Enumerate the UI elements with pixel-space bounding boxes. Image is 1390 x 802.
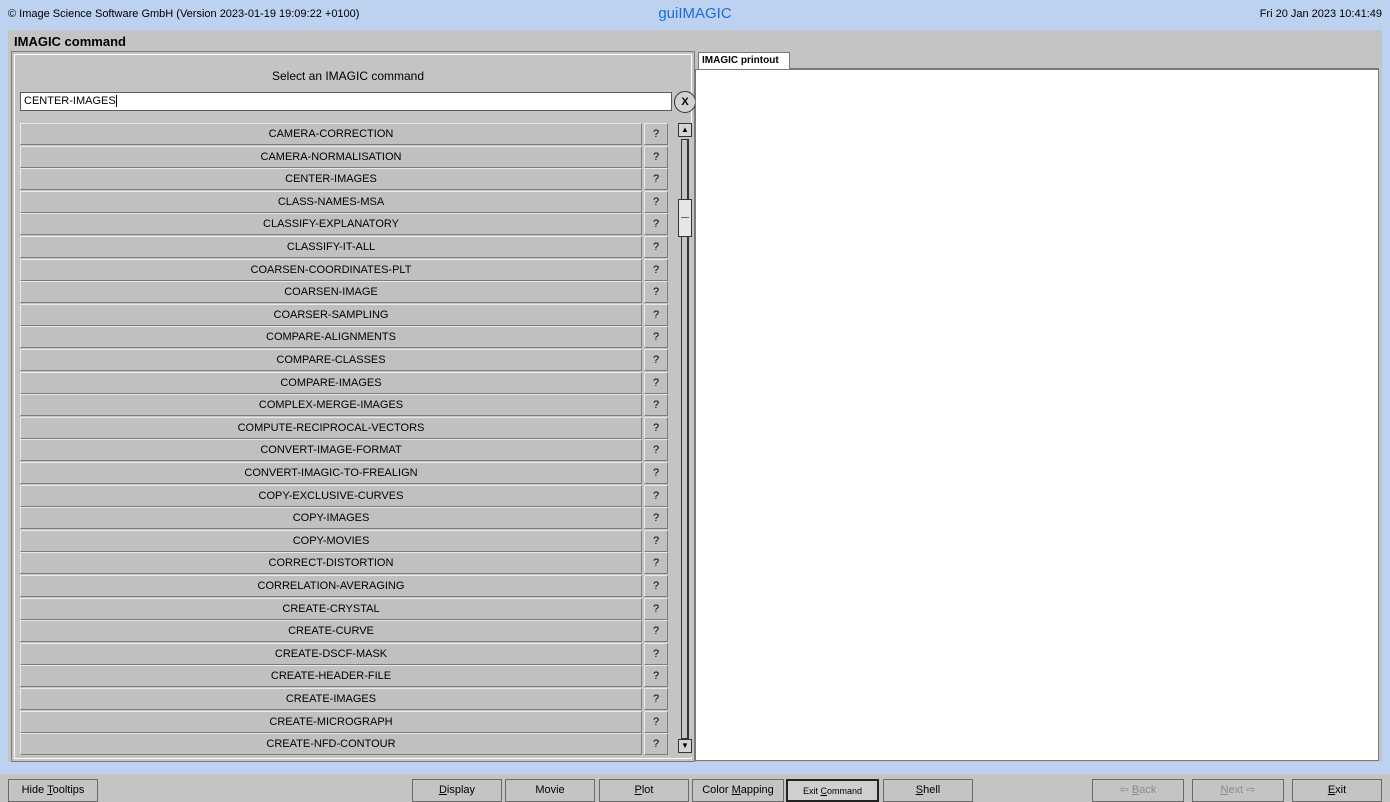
printout-panel: IMAGIC printout	[695, 51, 1379, 762]
command-row[interactable]: CREATE-MICROGRAPH	[20, 710, 642, 733]
command-row[interactable]: COMPUTE-RECIPROCAL-VECTORS	[20, 416, 642, 439]
window-title: IMAGIC command	[14, 34, 126, 49]
command-help-button[interactable]: ?	[644, 665, 668, 688]
command-help-button[interactable]: ?	[644, 575, 668, 597]
command-help-button[interactable]: ?	[644, 123, 668, 145]
command-row[interactable]: CREATE-HEADER-FILE	[20, 665, 642, 688]
command-row[interactable]: CAMERA-NORMALISATION	[20, 145, 642, 168]
command-help-button[interactable]: ?	[644, 688, 668, 710]
next-button[interactable]: Next ⇨	[1192, 779, 1284, 802]
command-row[interactable]: CREATE-CRYSTAL	[20, 597, 642, 620]
panel-heading: Select an IMAGIC command	[271, 69, 425, 83]
command-help-button[interactable]: ?	[644, 168, 668, 191]
command-help-button[interactable]: ?	[644, 190, 668, 213]
tab-imagic-printout[interactable]: IMAGIC printout	[698, 52, 790, 69]
command-help-button[interactable]: ?	[644, 326, 668, 349]
imagic-command-window: IMAGIC command Select an IMAGIC command …	[8, 30, 1382, 762]
command-help-button[interactable]: ?	[644, 281, 668, 304]
top-bar: © Image Science Software GmbH (Version 2…	[0, 0, 1390, 30]
command-row[interactable]: CLASSIFY-EXPLANATORY	[20, 213, 642, 236]
command-help-button[interactable]: ?	[644, 303, 668, 326]
movie-button[interactable]: Movie	[505, 779, 595, 802]
command-row[interactable]: COARSEN-COORDINATES-PLT	[20, 258, 642, 281]
command-help-button[interactable]: ?	[644, 349, 668, 371]
command-row[interactable]: COMPARE-CLASSES	[20, 349, 642, 371]
command-list-scrollbar[interactable]: ▲ ▼	[676, 123, 694, 757]
command-row[interactable]: COARSEN-IMAGE	[20, 281, 642, 304]
back-button[interactable]: ⇦ Back	[1092, 779, 1184, 802]
command-row[interactable]: CLASS-NAMES-MSA	[20, 190, 642, 213]
command-help-button[interactable]: ?	[644, 597, 668, 620]
command-search-input[interactable]: CENTER-IMAGES	[20, 92, 672, 111]
command-row[interactable]: CENTER-IMAGES	[20, 168, 642, 191]
command-row[interactable]: CONVERT-IMAGE-FORMAT	[20, 439, 642, 462]
command-help-button[interactable]: ?	[644, 462, 668, 484]
command-row[interactable]: COMPARE-IMAGES	[20, 371, 642, 394]
command-row[interactable]: COPY-MOVIES	[20, 529, 642, 552]
text-caret	[115, 95, 117, 108]
command-row[interactable]: CORRECT-DISTORTION	[20, 552, 642, 575]
scroll-up-button[interactable]: ▲	[678, 123, 692, 137]
command-selection-panel: Select an IMAGIC command CENTER-IMAGES X…	[11, 51, 696, 762]
command-help-button[interactable]: ?	[644, 507, 668, 530]
command-list: CAMERA-CORRECTION? CAMERA-NORMALISATION? C…	[20, 123, 696, 759]
command-help-button[interactable]: ?	[644, 484, 668, 507]
command-row[interactable]: CREATE-DSCF-MASK	[20, 642, 642, 665]
command-help-button[interactable]: ?	[644, 733, 668, 756]
bottom-toolbar: Hide Tooltips Display Movie Plot Color M…	[0, 774, 1390, 802]
command-panel-border: Select an IMAGIC command CENTER-IMAGES X…	[14, 54, 696, 759]
command-help-button[interactable]: ?	[644, 529, 668, 552]
command-row[interactable]: CREATE-CURVE	[20, 620, 642, 643]
command-help-button[interactable]: ?	[644, 439, 668, 462]
search-input-value: CENTER-IMAGES	[24, 95, 116, 107]
scroll-thumb[interactable]	[678, 199, 692, 237]
hide-tooltips-button[interactable]: Hide Tooltips	[8, 779, 98, 802]
exit-command-button[interactable]: Exit Command	[786, 779, 879, 802]
command-row[interactable]: COPY-EXCLUSIVE-CURVES	[20, 484, 642, 507]
color-mapping-button[interactable]: Color Mapping	[692, 779, 784, 802]
scroll-down-button[interactable]: ▼	[678, 739, 692, 753]
command-help-button[interactable]: ?	[644, 258, 668, 281]
command-row[interactable]: CLASSIFY-IT-ALL	[20, 236, 642, 258]
command-row[interactable]: CONVERT-IMAGIC-TO-FREALIGN	[20, 462, 642, 484]
clear-search-button[interactable]: X	[674, 91, 696, 113]
command-help-button[interactable]: ?	[644, 710, 668, 733]
plot-button[interactable]: Plot	[599, 779, 689, 802]
command-row[interactable]: CREATE-NFD-CONTOUR	[20, 733, 642, 756]
command-row[interactable]: COARSER-SAMPLING	[20, 303, 642, 326]
exit-button[interactable]: Exit	[1292, 779, 1382, 802]
command-row[interactable]: CORRELATION-AVERAGING	[20, 575, 642, 597]
command-help-button[interactable]: ?	[644, 371, 668, 394]
command-help-button[interactable]: ?	[644, 416, 668, 439]
command-help-button[interactable]: ?	[644, 394, 668, 417]
command-help-button[interactable]: ?	[644, 620, 668, 643]
command-help-button[interactable]: ?	[644, 236, 668, 258]
command-help-button[interactable]: ?	[644, 552, 668, 575]
command-help-button[interactable]: ?	[644, 145, 668, 168]
command-row[interactable]: COMPLEX-MERGE-IMAGES	[20, 394, 642, 417]
command-help-button[interactable]: ?	[644, 642, 668, 665]
command-row[interactable]: COPY-IMAGES	[20, 507, 642, 530]
command-row[interactable]: CREATE-IMAGES	[20, 688, 642, 710]
app-title: guiIMAGIC	[658, 5, 732, 22]
command-row[interactable]: COMPARE-ALIGNMENTS	[20, 326, 642, 349]
command-row[interactable]: CAMERA-CORRECTION	[20, 123, 642, 145]
command-help-button[interactable]: ?	[644, 213, 668, 236]
datetime-display: Fri 20 Jan 2023 10:41:49	[1259, 8, 1382, 20]
printout-text-area[interactable]	[695, 69, 1379, 761]
display-button[interactable]: Display	[412, 779, 502, 802]
shell-button[interactable]: Shell	[883, 779, 973, 802]
